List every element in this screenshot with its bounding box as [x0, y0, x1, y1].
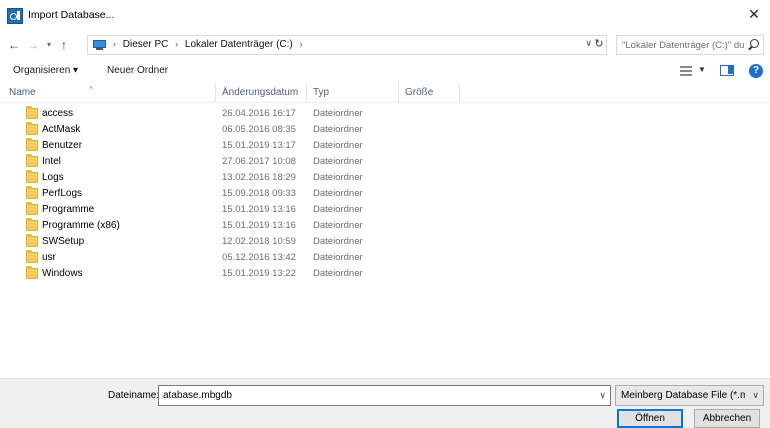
file-type: Dateiordner — [313, 236, 363, 247]
sort-ascending-icon: ^ — [89, 85, 93, 94]
new-folder-button[interactable]: Neuer Ordner — [107, 65, 168, 76]
folder-icon — [26, 170, 38, 183]
file-type: Dateiordner — [313, 188, 363, 199]
folder-icon — [26, 250, 38, 263]
folder-icon — [26, 234, 38, 247]
list-item[interactable]: Programme (x86) 15.01.2019 13:16 Dateior… — [0, 218, 770, 234]
column-header-type[interactable]: Typ — [307, 83, 399, 103]
chevron-down-icon[interactable]: ∨ — [599, 390, 606, 401]
list-item[interactable]: Windows 15.01.2019 13:22 Dateiordner — [0, 266, 770, 282]
folder-icon — [26, 186, 38, 199]
file-date: 13.02.2016 18:29 — [222, 172, 296, 183]
breadcrumb-item-this-pc[interactable]: Dieser PC — [123, 39, 169, 50]
chevron-down-icon[interactable]: ▼ — [698, 65, 706, 74]
file-name: SWSetup — [42, 236, 85, 247]
file-date: 15.01.2019 13:16 — [222, 220, 296, 231]
file-type: Dateiordner — [313, 108, 363, 119]
breadcrumb-item-local-disk[interactable]: Lokaler Datenträger (C:) — [185, 39, 293, 50]
filename-value: atabase.mbgdb — [163, 390, 232, 401]
list-item[interactable]: Logs 13.02.2016 18:29 Dateiordner — [0, 170, 770, 186]
filename-field[interactable]: atabase.mbgdb ∨ — [158, 385, 611, 406]
list-item[interactable]: access 26.04.2016 16:17 Dateiordner — [0, 106, 770, 122]
file-name: Intel — [42, 156, 61, 167]
file-date: 26.04.2016 16:17 — [222, 108, 296, 119]
organize-button[interactable]: Organisieren ▾ — [13, 65, 78, 76]
refresh-icon[interactable]: ↻ — [591, 37, 607, 55]
view-options-icon[interactable] — [680, 66, 692, 76]
recent-locations-icon[interactable]: ▾ — [43, 36, 55, 54]
file-type: Dateiordner — [313, 268, 363, 279]
dialog-footer: Dateiname: atabase.mbgdb ∨ Meinberg Data… — [0, 378, 770, 428]
app-icon — [7, 8, 23, 24]
file-type: Dateiordner — [313, 140, 363, 151]
file-name: Programme (x86) — [42, 220, 120, 231]
command-toolbar: Organisieren ▾ Neuer Ordner ▼ ? — [0, 59, 770, 83]
folder-icon — [26, 138, 38, 151]
file-date: 06.05.2016 08:35 — [222, 124, 296, 135]
file-type: Dateiordner — [313, 252, 363, 263]
file-type: Dateiordner — [313, 172, 363, 183]
column-header-row: Name ^ Änderungsdatum Typ Größe — [0, 83, 770, 103]
folder-icon — [26, 154, 38, 167]
file-date: 05.12.2016 13:42 — [222, 252, 296, 263]
chevron-down-icon[interactable]: ∨ — [752, 390, 759, 401]
folder-icon — [26, 266, 38, 279]
search-placeholder: "Lokaler Datenträger (C:)" dur... — [622, 40, 744, 51]
up-arrow-icon[interactable]: ↑ — [57, 36, 71, 54]
file-name: ActMask — [42, 124, 81, 135]
list-item[interactable]: Benutzer 15.01.2019 13:17 Dateiordner — [0, 138, 770, 154]
file-type: Dateiordner — [313, 124, 363, 135]
list-item[interactable]: Programme 15.01.2019 13:16 Dateiordner — [0, 202, 770, 218]
file-date: 27.06.2017 10:08 — [222, 156, 296, 167]
window-title: Import Database... — [28, 9, 115, 21]
folder-icon — [26, 202, 38, 215]
file-name: Logs — [42, 172, 64, 183]
file-date: 15.01.2019 13:17 — [222, 140, 296, 151]
file-type: Dateiordner — [313, 156, 363, 167]
file-date: 15.09.2018 09:33 — [222, 188, 296, 199]
list-item[interactable]: ActMask 06.05.2016 08:35 Dateiordner — [0, 122, 770, 138]
file-date: 15.01.2019 13:16 — [222, 204, 296, 215]
open-button[interactable]: Öffnen — [617, 409, 683, 428]
file-name: Windows — [42, 268, 83, 279]
file-name: usr — [42, 252, 56, 263]
preview-pane-icon[interactable] — [720, 65, 734, 76]
pc-icon — [93, 40, 107, 50]
folder-icon — [26, 106, 38, 119]
file-type: Dateiordner — [313, 220, 363, 231]
list-item[interactable]: Intel 27.06.2017 10:08 Dateiordner — [0, 154, 770, 170]
column-header-size[interactable]: Größe — [399, 83, 460, 103]
file-type: Dateiordner — [313, 204, 363, 215]
address-bar[interactable]: › Dieser PC › Lokaler Datenträger (C:) ›… — [87, 35, 607, 55]
column-header-name[interactable]: Name ^ — [3, 83, 216, 103]
list-item[interactable]: SWSetup 12.02.2018 10:59 Dateiordner — [0, 234, 770, 250]
close-icon[interactable]: ✕ — [744, 4, 764, 24]
file-date: 12.02.2018 10:59 — [222, 236, 296, 247]
file-date: 15.01.2019 13:22 — [222, 268, 296, 279]
filetype-value: Meinberg Database File (*.mbg — [621, 390, 745, 401]
search-input[interactable]: "Lokaler Datenträger (C:)" dur... — [616, 35, 764, 55]
file-name: Benutzer — [42, 140, 83, 151]
column-header-date[interactable]: Änderungsdatum — [216, 83, 307, 103]
back-arrow-icon[interactable]: ← — [6, 36, 22, 54]
search-icon[interactable] — [747, 39, 759, 51]
help-icon[interactable]: ? — [749, 64, 763, 78]
list-item[interactable]: PerfLogs 15.09.2018 09:33 Dateiordner — [0, 186, 770, 202]
navigation-bar: ← → ▾ ↑ › Dieser PC › Lokaler Datenträge… — [0, 31, 770, 59]
cancel-button[interactable]: Abbrechen — [694, 409, 760, 428]
breadcrumb: › Dieser PC › Lokaler Datenträger (C:) › — [113, 39, 303, 50]
file-name: PerfLogs — [42, 188, 83, 199]
file-list: access 26.04.2016 16:17 Dateiordner ActM… — [0, 106, 770, 376]
list-item[interactable]: usr 05.12.2016 13:42 Dateiordner — [0, 250, 770, 266]
forward-arrow-icon[interactable]: → — [25, 36, 41, 54]
filetype-select[interactable]: Meinberg Database File (*.mbg ∨ — [615, 385, 764, 406]
folder-icon — [26, 218, 38, 231]
file-name: access — [42, 108, 74, 119]
file-name: Programme — [42, 204, 95, 215]
title-bar: Import Database... ✕ — [0, 0, 770, 31]
filename-label: Dateiname: — [108, 390, 160, 401]
folder-icon — [26, 122, 38, 135]
